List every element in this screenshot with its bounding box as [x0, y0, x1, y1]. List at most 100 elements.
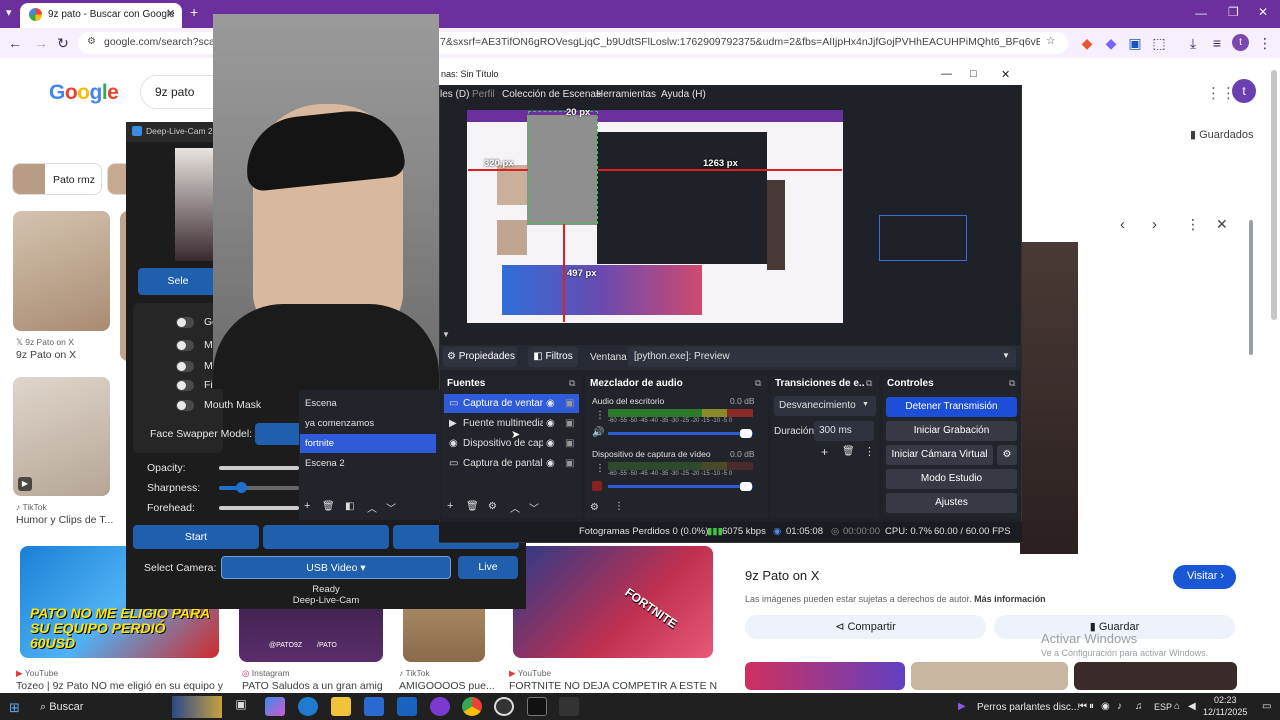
start-virtual-camera-button[interactable]: Iniciar Cámara Virtual [886, 445, 993, 465]
pause-icon[interactable]: ⏸ [1089, 701, 1094, 712]
related-chip-2[interactable] [107, 163, 127, 195]
scene-filters-icon[interactable]: ◧ [345, 501, 354, 512]
extension-shield-icon[interactable]: ▣ [1126, 34, 1144, 52]
copilot-icon[interactable] [265, 697, 285, 716]
edge-icon[interactable] [298, 697, 318, 716]
result-thumbnail[interactable]: ▶ [13, 377, 110, 496]
chrome-menu-icon[interactable]: ⋮ [1256, 34, 1274, 52]
scene-item[interactable]: Escena [300, 394, 436, 413]
source-down-icon[interactable]: ﹀ [529, 500, 539, 515]
obs-menu-help[interactable]: Ayuda (H) [661, 89, 706, 107]
notification-icon[interactable]: ▭ [1262, 701, 1271, 712]
page-scrollbar[interactable] [1271, 70, 1277, 320]
previous-track-icon[interactable]: ⏮ [1078, 701, 1087, 712]
extensions-puzzle-icon[interactable]: ⬚ [1150, 34, 1168, 52]
visibility-eye-icon[interactable]: ◉ [546, 418, 555, 429]
start-button[interactable]: Start [133, 525, 259, 549]
profile-avatar[interactable]: t [1232, 34, 1249, 51]
virtual-camera-settings-icon[interactable]: ⚙ [997, 445, 1017, 465]
download-icon[interactable]: ⤓ [1184, 34, 1202, 52]
result-thumbnail[interactable] [13, 211, 110, 331]
taskbar-widget[interactable] [172, 696, 222, 718]
stop-streaming-button[interactable]: Detener Transmisión [886, 397, 1017, 417]
add-source-icon[interactable]: + [447, 500, 453, 512]
source-item[interactable]: Dispositivo de captu [463, 438, 543, 449]
more-info-link[interactable]: Más información [974, 594, 1046, 604]
obs-minimize-icon[interactable]: — [941, 68, 952, 80]
python-app-icon[interactable] [559, 697, 579, 716]
obs-close-icon[interactable]: ✕ [1001, 68, 1010, 81]
remove-source-icon[interactable]: 🗑 [466, 501, 479, 512]
bell-tray-icon[interactable]: ♫ [1135, 701, 1143, 712]
tab-active[interactable]: 9z pato - Buscar con Google ✕ [20, 3, 182, 28]
network-icon[interactable]: ⌂ [1174, 701, 1180, 712]
visit-button[interactable]: Visitar › [1173, 565, 1236, 589]
outlook-icon[interactable] [397, 697, 417, 716]
toggle-switch[interactable] [176, 317, 194, 328]
tab-list-icon[interactable]: ▾ [6, 6, 12, 19]
mixer-settings-icon[interactable]: ⚙ [590, 502, 599, 513]
task-view-icon[interactable]: ▣ [231, 697, 251, 716]
panel-scrollbar[interactable] [1249, 220, 1253, 355]
obs-menu-file[interactable]: les (D) [440, 89, 469, 107]
more-options-icon[interactable]: ⋮ [1186, 216, 1200, 233]
undock-icon[interactable]: ⧉ [866, 378, 872, 389]
settings-button[interactable]: Ajustes [886, 493, 1017, 513]
extension-icon[interactable]: ◆ [1102, 34, 1120, 52]
bookmark-star-icon[interactable]: ☆ [1046, 35, 1055, 47]
move-up-icon[interactable]: ︿ [367, 500, 377, 515]
file-explorer-icon[interactable] [331, 697, 351, 716]
channel-menu-icon[interactable]: ⋮ [595, 463, 605, 474]
source-face-image[interactable] [175, 148, 215, 261]
studio-mode-button[interactable]: Modo Estudio [886, 469, 1017, 489]
add-scene-icon[interactable]: + [304, 500, 310, 512]
saved-link[interactable]: ▮ Guardados [1190, 128, 1254, 141]
muted-speaker-icon[interactable] [592, 481, 602, 491]
result-source[interactable]: ▶ YouTube [509, 668, 551, 679]
channel-menu-icon[interactable]: ⋮ [595, 410, 605, 421]
volume-handle[interactable] [740, 482, 752, 491]
chrome-icon[interactable] [462, 697, 482, 716]
obs-maximize-icon[interactable]: □ [970, 68, 977, 80]
live-button[interactable]: Live [458, 556, 518, 579]
related-chip[interactable]: Pato rmz [12, 163, 102, 195]
duration-input[interactable]: 300 ms [814, 421, 874, 441]
remove-transition-icon[interactable]: 🗑 [842, 446, 855, 457]
reload-icon[interactable]: ↻ [54, 34, 72, 52]
new-tab-icon[interactable]: + [190, 4, 198, 20]
transition-select[interactable]: Desvanecimiento ▼ [774, 396, 876, 416]
toggle-switch[interactable] [176, 340, 194, 351]
google-logo[interactable]: Google [49, 81, 119, 105]
language-indicator[interactable]: ESP [1154, 702, 1172, 712]
result-source[interactable]: ♪ TikTok [16, 502, 47, 512]
lock-icon[interactable]: ▣ [565, 458, 574, 469]
obs-icon[interactable] [494, 697, 514, 716]
volume-slider[interactable] [608, 429, 753, 438]
site-info-icon[interactable]: ⚙ [87, 36, 96, 47]
discord-icon[interactable] [430, 697, 450, 716]
filters-button[interactable]: ◧ Filtros [528, 347, 578, 367]
google-avatar[interactable]: t [1232, 79, 1256, 103]
prev-image-icon[interactable]: ‹ [1120, 216, 1125, 233]
visibility-eye-icon[interactable]: ◉ [546, 398, 555, 409]
source-item[interactable]: Captura de pantalla [463, 458, 543, 469]
scene-item[interactable]: ya comenzamos [300, 414, 436, 433]
media-play-icon[interactable]: ▶ [958, 701, 966, 712]
result-source[interactable]: 𝕏 9z Pato on X [16, 337, 74, 348]
result-source[interactable]: ♪ TikTok [399, 668, 430, 678]
forehead-slider[interactable] [219, 506, 299, 510]
lock-icon[interactable]: ▣ [565, 398, 574, 409]
media-icon[interactable]: ≡ [1208, 34, 1226, 52]
webcam-preview-window[interactable] [213, 14, 439, 389]
face-swapper-dropdown[interactable] [255, 423, 300, 445]
visibility-eye-icon[interactable]: ◉ [546, 458, 555, 469]
preview-bounding-box[interactable] [879, 215, 967, 261]
taskbar-search[interactable]: ⌕ Buscar [40, 701, 83, 714]
camera-select[interactable]: USB Video ▾ [221, 556, 451, 579]
preview-image[interactable] [1020, 242, 1078, 554]
maximize-icon[interactable]: ❐ [1228, 5, 1239, 19]
source-up-icon[interactable]: ︿ [510, 500, 520, 515]
media-title[interactable]: Perros parlantes disc... [977, 702, 1079, 713]
source-item[interactable]: Captura de ventana [463, 398, 543, 409]
speaker-icon[interactable]: 🔊 [592, 427, 604, 438]
